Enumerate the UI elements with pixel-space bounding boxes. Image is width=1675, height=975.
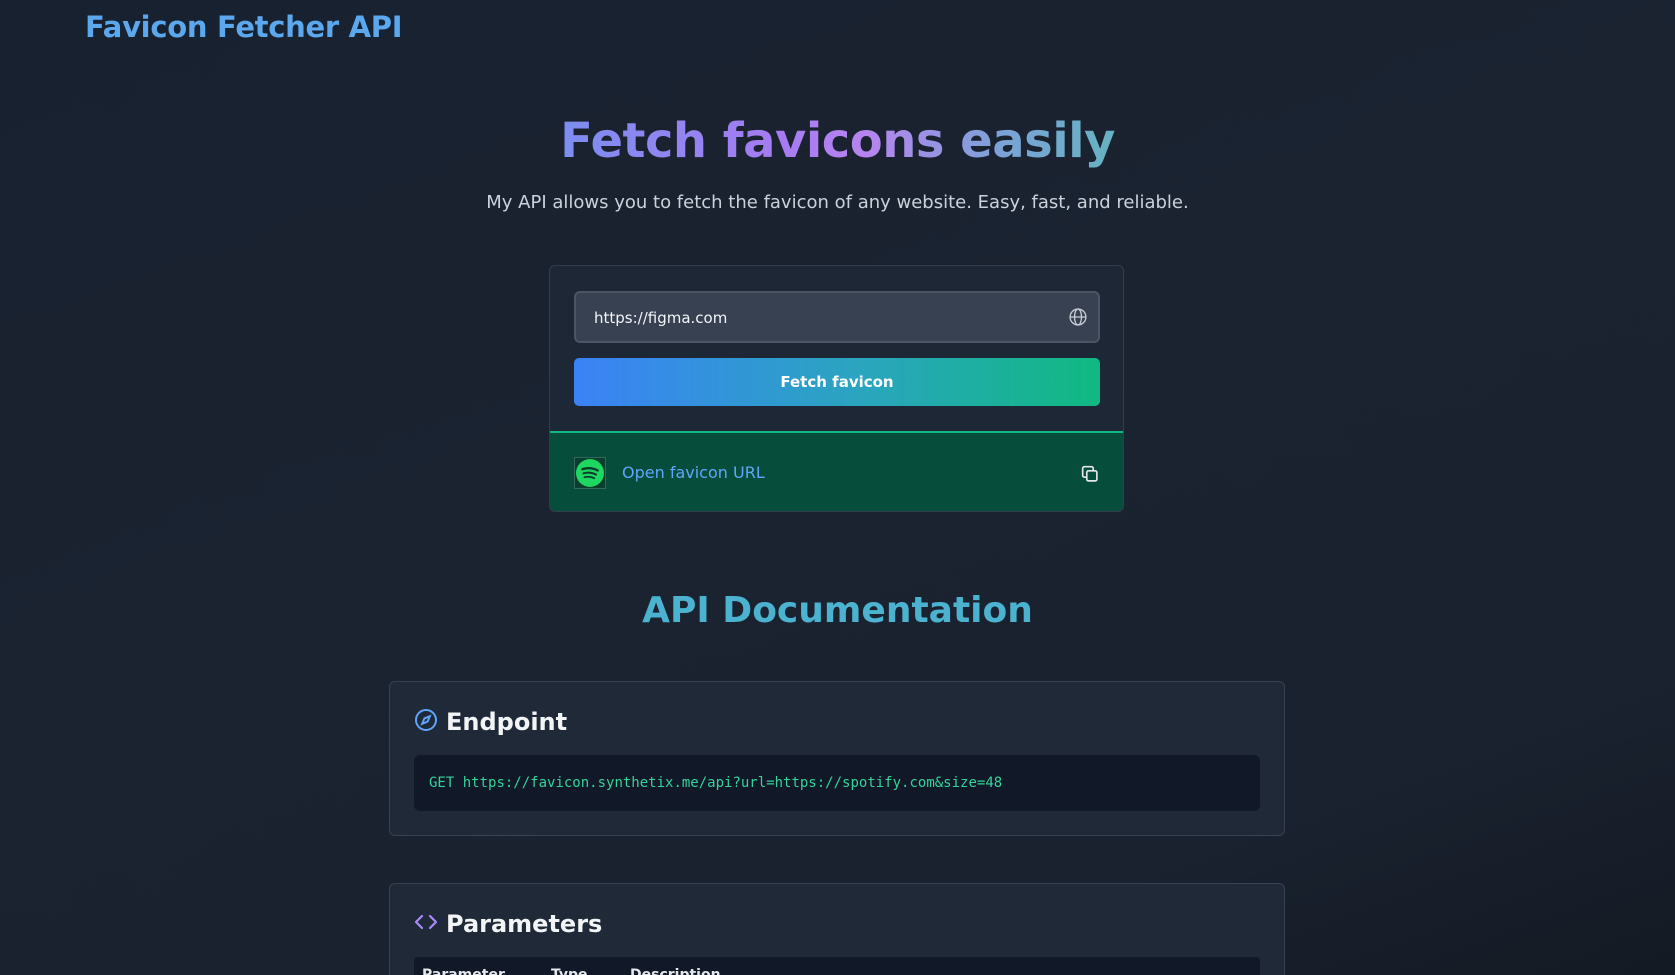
- globe-icon: [1068, 307, 1088, 327]
- compass-icon: [414, 708, 438, 736]
- endpoint-code: GET https://favicon.synthetix.me/api?url…: [414, 755, 1260, 811]
- parameters-heading: Parameters: [446, 910, 603, 938]
- docs-title: API Documentation: [642, 590, 1033, 631]
- copy-button[interactable]: [1079, 463, 1101, 485]
- column-header-description: Description: [630, 967, 721, 975]
- url-field: [574, 291, 1100, 343]
- copy-icon: [1079, 465, 1101, 488]
- http-method: GET: [429, 775, 455, 791]
- column-header-type: Type: [551, 967, 588, 975]
- endpoint-url: https://favicon.synthetix.me/api?url=htt…: [462, 775, 1003, 791]
- parameters-card: Parameters Parameter Type Description: [389, 883, 1285, 975]
- url-input[interactable]: [592, 293, 1056, 343]
- hero-title: Fetch favicons easily: [560, 113, 1115, 169]
- fetch-card: Fetch favicon Open favicon URL: [549, 265, 1124, 512]
- endpoint-heading: Endpoint: [446, 708, 568, 736]
- spotify-logo-icon: [574, 457, 606, 489]
- endpoint-header: Endpoint: [414, 708, 567, 736]
- endpoint-card: Endpoint GET https://favicon.synthetix.m…: [389, 681, 1285, 836]
- result-banner: Open favicon URL: [550, 431, 1123, 511]
- parameters-header: Parameters: [414, 910, 602, 938]
- hero-subtitle: My API allows you to fetch the favicon o…: [486, 192, 1189, 213]
- parameters-table-header: Parameter Type Description: [414, 957, 1260, 975]
- open-favicon-url-link[interactable]: Open favicon URL: [622, 463, 765, 482]
- brand-logo-link[interactable]: Favicon Fetcher API: [85, 10, 403, 44]
- fetch-favicon-button[interactable]: Fetch favicon: [574, 358, 1100, 406]
- code-icon: [414, 910, 438, 938]
- column-header-parameter: Parameter: [422, 967, 505, 975]
